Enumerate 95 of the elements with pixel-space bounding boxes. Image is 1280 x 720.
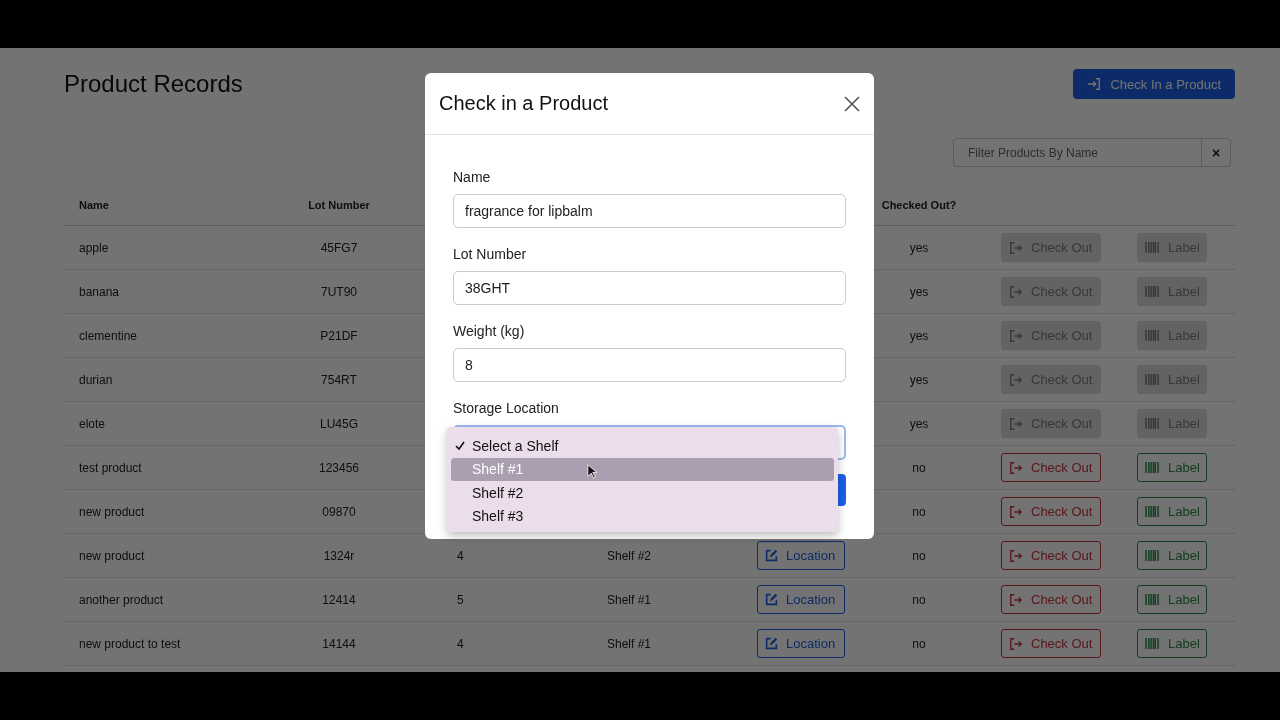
dropdown-option[interactable]: Shelf #3 bbox=[451, 504, 834, 528]
edit-icon bbox=[765, 549, 778, 562]
sign-out-icon bbox=[1009, 636, 1023, 651]
sign-out-icon bbox=[1009, 240, 1023, 255]
close-icon[interactable] bbox=[844, 95, 860, 112]
barcode-icon bbox=[1145, 241, 1160, 254]
label-button[interactable]: Label bbox=[1137, 453, 1207, 482]
sign-in-icon bbox=[1087, 77, 1102, 91]
field-label: Name bbox=[453, 168, 492, 186]
location-button[interactable]: Location bbox=[757, 629, 845, 658]
barcode-icon bbox=[1145, 285, 1160, 298]
table-cell: 4 bbox=[457, 548, 464, 563]
table-cell: yes bbox=[909, 416, 929, 431]
location-button[interactable]: Location bbox=[757, 585, 845, 614]
barcode-icon bbox=[1145, 593, 1160, 606]
sign-out-icon bbox=[1009, 328, 1023, 343]
table-cell: yes bbox=[909, 240, 929, 255]
sign-out-icon bbox=[1009, 592, 1023, 607]
table-cell: no bbox=[912, 504, 926, 519]
modal-title: Check in a Product bbox=[439, 92, 608, 115]
table-cell: new product bbox=[79, 504, 145, 519]
input-field[interactable]: 38GHT bbox=[453, 271, 846, 305]
input-field[interactable]: fragrance for lipbalm bbox=[453, 194, 846, 228]
table-cell: 14144 bbox=[322, 636, 356, 651]
edit-icon bbox=[765, 637, 778, 650]
table-cell: durian bbox=[79, 372, 113, 387]
dropdown-option[interactable]: Shelf #2 bbox=[451, 481, 834, 505]
check-out-button[interactable]: Check Out bbox=[1001, 453, 1101, 482]
table-cell: 7UT90 bbox=[321, 284, 357, 299]
column-header: Lot Number bbox=[307, 199, 371, 211]
table-cell: LU45G bbox=[320, 416, 358, 431]
table-cell: Shelf #1 bbox=[606, 592, 651, 607]
table-cell: no bbox=[912, 460, 926, 475]
sign-out-icon bbox=[1009, 416, 1023, 431]
sign-out-icon bbox=[1009, 460, 1023, 475]
table-cell: 1324r bbox=[323, 548, 355, 563]
table-cell: 754RT bbox=[321, 372, 357, 387]
check-out-button[interactable]: Check Out bbox=[1001, 497, 1101, 526]
label-button[interactable]: Label bbox=[1137, 541, 1207, 570]
table-cell: no bbox=[912, 592, 926, 607]
column-header: Name bbox=[78, 199, 110, 211]
table-cell: yes bbox=[909, 328, 929, 343]
page-title: Product Records bbox=[64, 70, 243, 98]
table-cell: new product to test bbox=[79, 636, 181, 651]
field-label: Weight (kg) bbox=[453, 322, 526, 340]
sign-out-icon bbox=[1009, 284, 1023, 299]
column-header: Checked Out? bbox=[880, 199, 958, 211]
table-cell: 4 bbox=[457, 636, 464, 651]
table-cell: 09870 bbox=[322, 504, 356, 519]
filter-field[interactable]: Filter Products By Name × bbox=[953, 138, 1231, 167]
edit-icon bbox=[765, 593, 778, 606]
clear-filter-button[interactable]: × bbox=[1201, 139, 1230, 166]
barcode-icon bbox=[1145, 637, 1160, 650]
label-button[interactable]: Label bbox=[1137, 585, 1207, 614]
sign-out-icon bbox=[1009, 504, 1023, 519]
table-cell: Shelf #2 bbox=[606, 548, 651, 563]
sign-out-icon bbox=[1009, 548, 1023, 563]
table-cell: test product bbox=[79, 460, 142, 475]
label-button[interactable]: Label bbox=[1137, 497, 1207, 526]
check-out-button[interactable]: Check Out bbox=[1001, 541, 1101, 570]
barcode-icon bbox=[1145, 505, 1160, 518]
check-out-button[interactable]: Check Out bbox=[1001, 629, 1101, 658]
barcode-icon bbox=[1145, 461, 1160, 474]
location-button[interactable]: Location bbox=[757, 541, 845, 570]
table-cell: clementine bbox=[79, 328, 138, 343]
table-cell: 12414 bbox=[322, 592, 356, 607]
dropdown-option[interactable]: Select a Shelf bbox=[451, 434, 834, 458]
field-label: Lot Number bbox=[453, 245, 528, 263]
table-cell: yes bbox=[909, 284, 929, 299]
input-field[interactable]: 8 bbox=[453, 348, 846, 382]
table-cell: 123456 bbox=[318, 460, 359, 475]
field-label: Storage Location bbox=[453, 399, 560, 417]
table-cell: new product bbox=[79, 548, 145, 563]
cursor-icon bbox=[587, 464, 597, 479]
barcode-icon bbox=[1145, 417, 1160, 430]
table-cell: P21DF bbox=[320, 328, 358, 343]
table-cell: elote bbox=[79, 416, 106, 431]
check-out-button[interactable]: Check Out bbox=[1001, 585, 1101, 614]
table-cell: no bbox=[912, 548, 926, 563]
table-cell: 45FG7 bbox=[320, 240, 358, 255]
dropdown-option[interactable]: Shelf #1 bbox=[451, 457, 834, 481]
table-cell: Shelf #1 bbox=[606, 636, 651, 651]
barcode-icon bbox=[1145, 549, 1160, 562]
table-cell: 5 bbox=[457, 592, 464, 607]
table-cell: apple bbox=[79, 240, 109, 255]
barcode-icon bbox=[1145, 373, 1160, 386]
table-cell: banana bbox=[79, 284, 120, 299]
label-button[interactable]: Label bbox=[1137, 629, 1207, 658]
sign-out-icon bbox=[1009, 372, 1023, 387]
check-icon bbox=[455, 440, 465, 451]
barcode-icon bbox=[1145, 329, 1160, 342]
table-cell: another product bbox=[79, 592, 164, 607]
table-cell: yes bbox=[909, 372, 929, 387]
check-in-button[interactable]: Check In a Product bbox=[1073, 69, 1235, 99]
table-cell: no bbox=[912, 636, 926, 651]
